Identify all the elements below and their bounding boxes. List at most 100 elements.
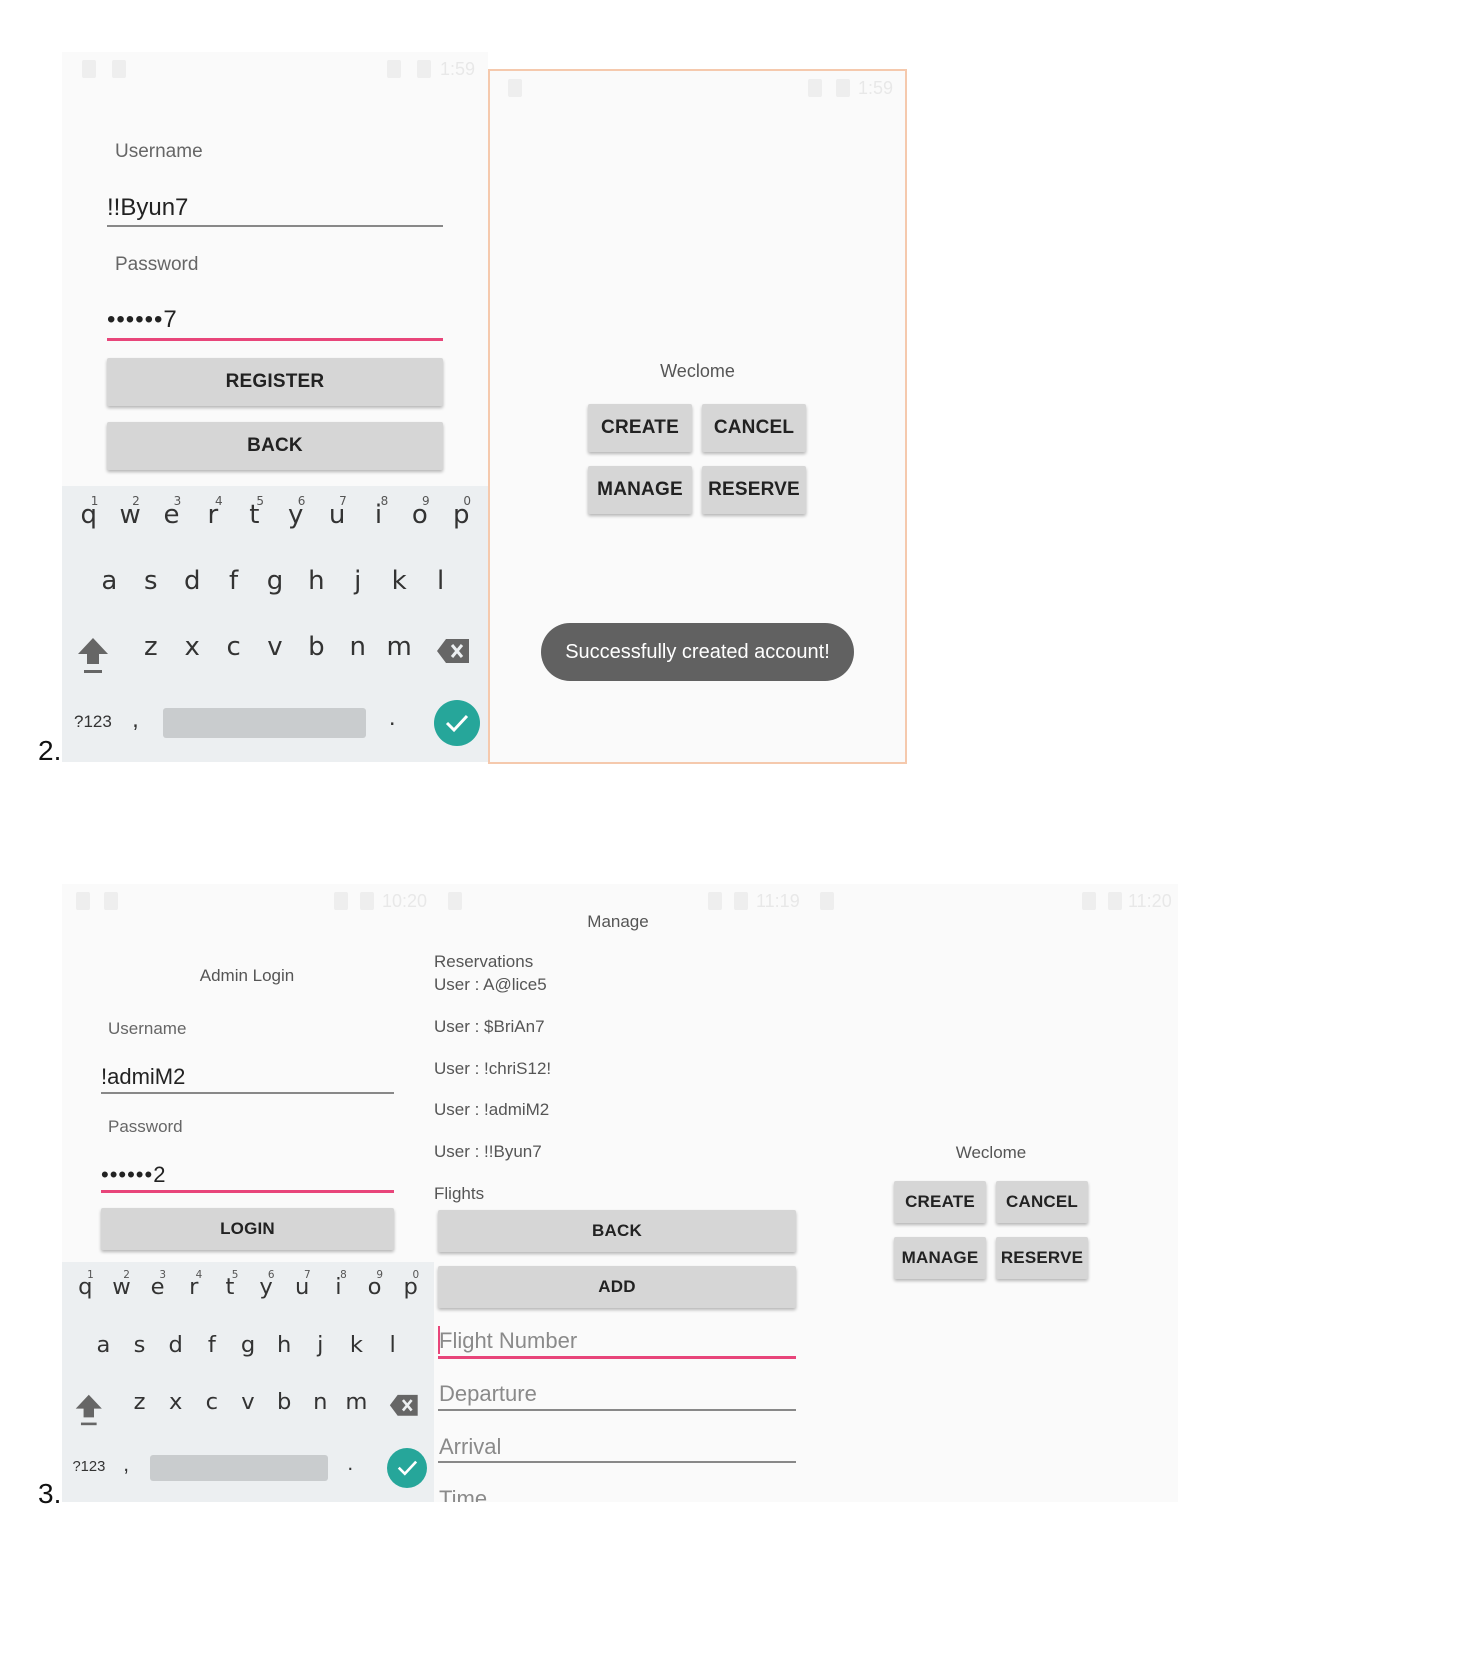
key-o[interactable]: o9 <box>356 1269 392 1300</box>
password-field[interactable]: ••••••7 <box>107 306 178 334</box>
key-p[interactable]: p0 <box>393 1269 429 1300</box>
symbols-key[interactable]: ?123 <box>74 712 112 732</box>
backspace-icon[interactable] <box>389 1394 419 1422</box>
key-u[interactable]: u7 <box>316 494 357 530</box>
space-bar[interactable] <box>150 1455 328 1482</box>
departure-input[interactable]: Departure <box>439 1381 537 1407</box>
reserve-button[interactable]: RESERVE <box>996 1237 1088 1279</box>
key-r[interactable]: r4 <box>176 1269 212 1300</box>
key-j[interactable]: j <box>302 1332 338 1358</box>
admin-password-field[interactable]: ••••••2 <box>101 1162 166 1188</box>
key-s[interactable]: s <box>130 566 171 596</box>
key-m[interactable]: m <box>338 1389 374 1415</box>
key-label: h <box>276 1331 292 1358</box>
key-d[interactable]: d <box>158 1332 194 1358</box>
key-b[interactable]: b <box>266 1389 302 1415</box>
key-p[interactable]: p0 <box>441 494 482 530</box>
arrival-input[interactable]: Arrival <box>439 1434 501 1460</box>
key-q[interactable]: q1 <box>67 1269 103 1300</box>
key-e[interactable]: e3 <box>140 1269 176 1300</box>
username-label: Username <box>115 141 203 162</box>
manage-back-button[interactable]: BACK <box>438 1210 796 1252</box>
shift-arrow-icon[interactable] <box>76 636 110 681</box>
key-v[interactable]: v <box>230 1389 266 1415</box>
admin-password-label: Password <box>108 1117 183 1136</box>
symbols-key[interactable]: ?123 <box>72 1459 105 1475</box>
key-y[interactable]: y6 <box>275 494 316 530</box>
flight-number-input[interactable]: Flight Number <box>439 1328 577 1354</box>
key-d[interactable]: d <box>172 566 213 596</box>
key-a[interactable]: a <box>89 566 130 596</box>
key-t[interactable]: t5 <box>212 1269 248 1300</box>
key-o[interactable]: o9 <box>399 494 440 530</box>
key-h[interactable]: h <box>296 566 337 596</box>
key-i[interactable]: i8 <box>358 494 399 530</box>
key-n[interactable]: n <box>302 1389 338 1415</box>
key-g[interactable]: g <box>230 1332 266 1358</box>
admin-username-field[interactable]: !admiM2 <box>101 1064 185 1090</box>
checkmark-icon[interactable] <box>387 1448 428 1489</box>
key-y[interactable]: y6 <box>248 1269 284 1300</box>
manage-button[interactable]: MANAGE <box>588 466 692 514</box>
key-m[interactable]: m <box>379 632 420 662</box>
key-b[interactable]: b <box>296 632 337 662</box>
cancel-button[interactable]: CANCEL <box>996 1181 1088 1223</box>
key-l[interactable]: l <box>420 566 461 596</box>
key-c[interactable]: c <box>213 632 254 662</box>
key-label: f <box>207 1331 216 1358</box>
key-c[interactable]: c <box>194 1389 230 1415</box>
key-k[interactable]: k <box>379 566 420 596</box>
key-s[interactable]: s <box>121 1332 157 1358</box>
key-label: i <box>335 1274 342 1301</box>
time-input[interactable]: Time <box>439 1486 487 1502</box>
status-time: 1:59 <box>440 59 476 79</box>
username-field[interactable]: !!Byun7 <box>107 194 188 222</box>
login-button[interactable]: LOGIN <box>101 1208 394 1250</box>
key-label: y <box>288 500 304 530</box>
period-key[interactable]: . <box>347 1452 353 1476</box>
manage-button[interactable]: MANAGE <box>894 1237 986 1279</box>
key-g[interactable]: g <box>254 566 295 596</box>
key-n[interactable]: n <box>337 632 378 662</box>
backspace-icon[interactable] <box>436 638 470 669</box>
key-u[interactable]: u7 <box>284 1269 320 1300</box>
create-button[interactable]: CREATE <box>588 404 692 452</box>
reserve-button[interactable]: RESERVE <box>702 466 806 514</box>
key-v[interactable]: v <box>254 632 295 662</box>
period-key[interactable]: . <box>389 704 396 732</box>
space-bar[interactable] <box>163 708 367 738</box>
key-f[interactable]: f <box>213 566 254 596</box>
add-flight-button[interactable]: ADD <box>438 1266 796 1308</box>
key-x[interactable]: x <box>158 1389 194 1415</box>
key-a[interactable]: a <box>85 1332 121 1358</box>
key-w[interactable]: w2 <box>103 1269 139 1300</box>
key-hint: 1 <box>87 1268 94 1281</box>
back-button[interactable]: BACK <box>107 422 443 470</box>
password-underline <box>107 338 443 341</box>
key-hint: 5 <box>256 494 264 508</box>
checkmark-icon[interactable] <box>434 700 480 746</box>
shift-arrow-icon[interactable] <box>74 1393 104 1433</box>
key-i[interactable]: i8 <box>320 1269 356 1301</box>
key-z[interactable]: z <box>130 632 171 662</box>
comma-key[interactable]: , <box>123 1453 129 1477</box>
key-k[interactable]: k <box>338 1332 374 1358</box>
key-hint: 0 <box>463 494 471 508</box>
create-button[interactable]: CREATE <box>894 1181 986 1223</box>
key-l[interactable]: l <box>375 1332 411 1358</box>
comma-key[interactable]: , <box>132 706 139 734</box>
cancel-button[interactable]: CANCEL <box>702 404 806 452</box>
key-r[interactable]: r4 <box>192 494 233 530</box>
key-f[interactable]: f <box>194 1332 230 1358</box>
key-h[interactable]: h <box>266 1332 302 1358</box>
key-j[interactable]: j <box>337 566 378 596</box>
key-w[interactable]: w2 <box>109 494 150 530</box>
step-number-3: 3. <box>38 1478 62 1509</box>
key-x[interactable]: x <box>172 632 213 662</box>
key-t[interactable]: t5 <box>234 494 275 530</box>
key-label: z <box>133 1389 146 1416</box>
key-z[interactable]: z <box>121 1389 157 1415</box>
key-q[interactable]: q1 <box>68 494 109 530</box>
register-button[interactable]: REGISTER <box>107 358 443 406</box>
key-e[interactable]: e3 <box>151 494 192 530</box>
